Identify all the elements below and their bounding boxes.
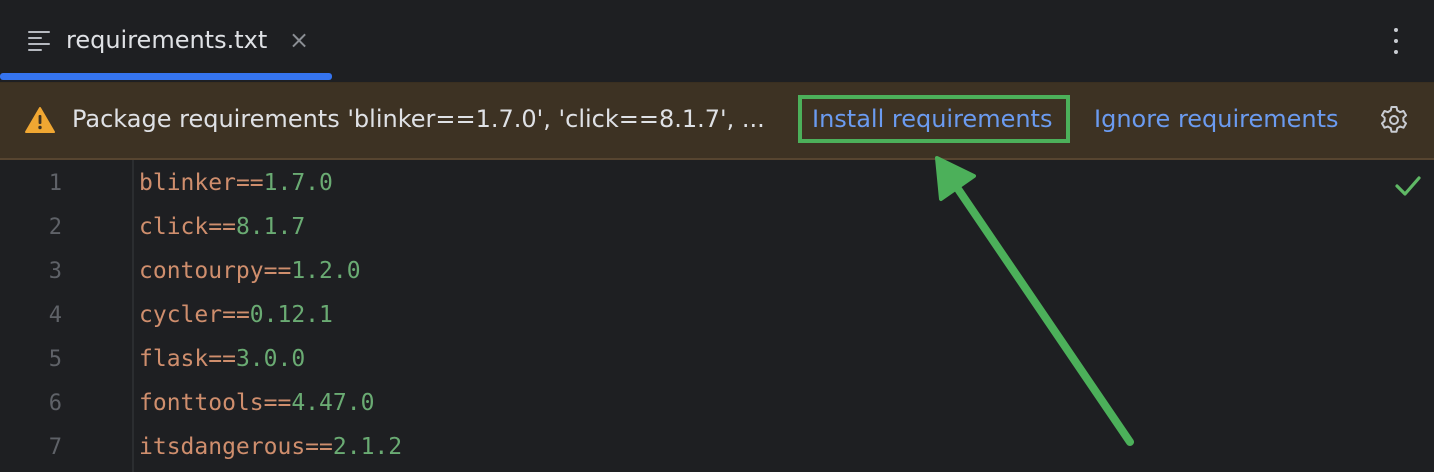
- tab-title: requirements.txt: [66, 26, 268, 54]
- line-number: 2: [48, 215, 62, 240]
- package-version: 1.7.0: [263, 170, 333, 196]
- banner-message: Package requirements 'blinker==1.7.0', '…: [72, 105, 765, 133]
- ignore-requirements-link[interactable]: Ignore requirements: [1094, 105, 1339, 133]
- version-operator: ==: [208, 346, 236, 372]
- package-version: 0.12.1: [249, 302, 333, 328]
- line-number: 4: [48, 303, 62, 328]
- code-line[interactable]: flask==3.0.0: [139, 346, 305, 372]
- active-tab-indicator: [0, 73, 332, 80]
- package-version: 3.0.0: [235, 346, 306, 372]
- code-line[interactable]: click==8.1.7: [139, 214, 305, 240]
- close-tab-button[interactable]: ×: [289, 26, 309, 54]
- install-requirements-link[interactable]: Install requirements: [812, 105, 1052, 133]
- version-operator: ==: [222, 302, 250, 328]
- line-number: 6: [48, 391, 62, 416]
- package-name: blinker: [139, 170, 236, 196]
- code-line[interactable]: contourpy==1.2.0: [139, 258, 361, 284]
- notification-banner: Package requirements 'blinker==1.7.0', '…: [0, 83, 1434, 160]
- text-file-icon: [28, 31, 50, 51]
- package-name: flask: [139, 346, 209, 372]
- more-options-icon[interactable]: [1384, 26, 1408, 56]
- package-name: click: [139, 214, 209, 240]
- package-name: fonttools: [139, 390, 264, 416]
- version-operator: ==: [305, 434, 333, 460]
- package-name: cycler: [139, 302, 223, 328]
- version-operator: ==: [208, 214, 236, 240]
- code-line[interactable]: cycler==0.12.1: [139, 302, 333, 328]
- package-version: 1.2.0: [291, 258, 361, 284]
- line-number: 1: [48, 171, 62, 196]
- package-name: contourpy: [139, 258, 264, 284]
- package-version: 2.1.2: [332, 434, 403, 460]
- line-number: 5: [48, 347, 62, 372]
- gear-icon[interactable]: [1378, 104, 1410, 136]
- package-version: 8.1.7: [235, 214, 306, 240]
- version-operator: ==: [263, 390, 292, 416]
- code-line[interactable]: blinker==1.7.0: [139, 170, 333, 196]
- package-name: itsdangerous: [139, 434, 306, 460]
- code-editor[interactable]: 1 blinker==1.7.0 2 click==8.1.7 3 contou…: [0, 160, 1434, 472]
- line-number: 3: [48, 259, 62, 284]
- warning-icon: [25, 107, 55, 133]
- code-line[interactable]: itsdangerous==2.1.2: [139, 434, 402, 460]
- tab-requirements-txt[interactable]: requirements.txt ×: [0, 0, 332, 82]
- version-operator: ==: [235, 170, 264, 196]
- checkmark-icon: [1395, 176, 1421, 196]
- line-number: 7: [48, 435, 62, 460]
- gutter-divider: [132, 160, 134, 472]
- version-operator: ==: [263, 258, 292, 284]
- code-line[interactable]: fonttools==4.47.0: [139, 390, 374, 416]
- package-version: 4.47.0: [291, 390, 375, 416]
- editor-tab-bar: requirements.txt ×: [0, 0, 1434, 82]
